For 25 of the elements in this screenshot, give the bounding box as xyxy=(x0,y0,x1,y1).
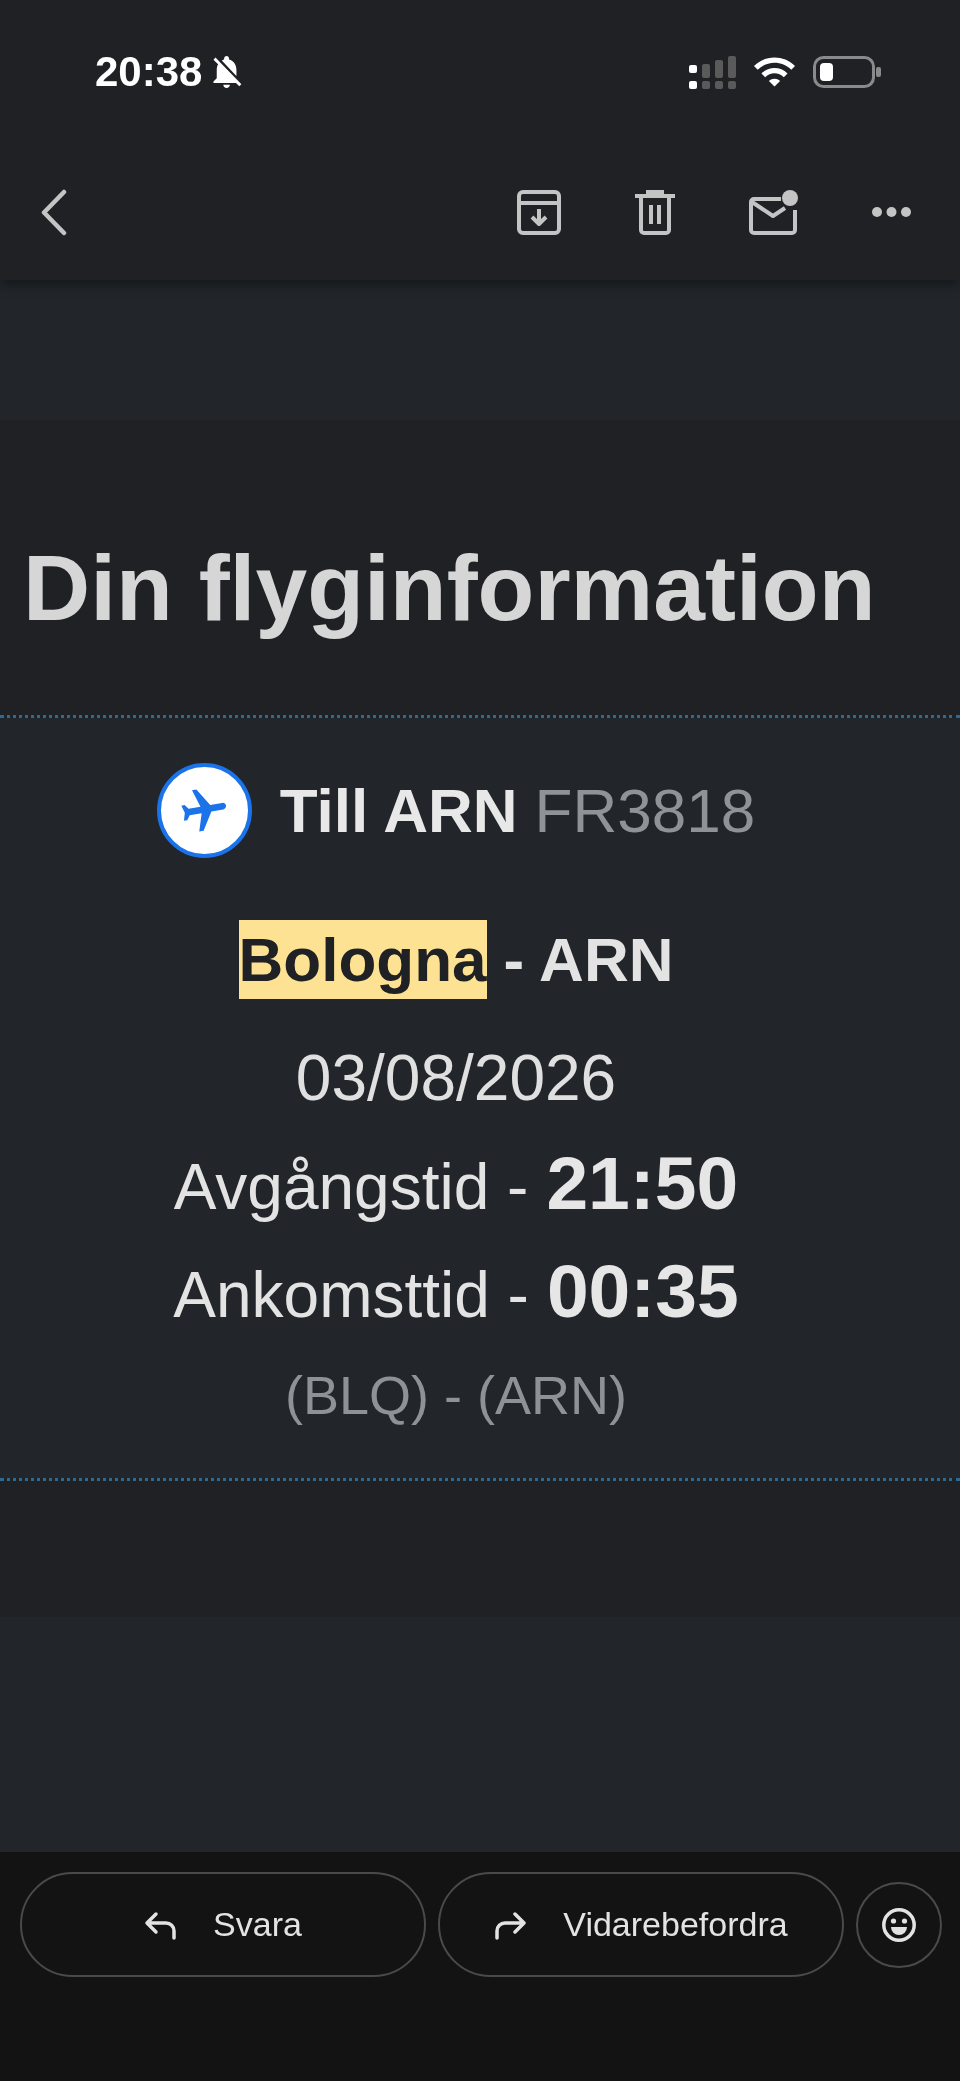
emoji-button[interactable] xyxy=(856,1882,942,1968)
forward-button[interactable]: Vidarebefordra xyxy=(438,1872,844,1977)
battery-icon xyxy=(813,56,881,88)
status-time: 20:38 xyxy=(95,51,203,93)
flight-destination: Till ARN xyxy=(279,779,518,842)
archive-box-icon[interactable] xyxy=(517,189,561,235)
airplane-icon xyxy=(156,763,252,858)
email-heading: Din flyginformation xyxy=(22,535,877,642)
wifi-icon xyxy=(754,57,795,87)
more-dots-icon[interactable] xyxy=(872,207,911,217)
reply-arrow-icon xyxy=(144,1909,178,1940)
time-value: 00:35 xyxy=(546,1254,739,1329)
reply-button[interactable]: Svara xyxy=(20,1872,426,1977)
route-text: - ARN xyxy=(503,924,674,996)
time-value: 21:50 xyxy=(546,1146,739,1221)
flight-date: 03/08/2026 xyxy=(295,1041,617,1116)
flight-number: FR3818 xyxy=(534,779,756,842)
time-label: Ankomsttid - xyxy=(173,1263,529,1327)
envelope-dot-icon[interactable] xyxy=(749,189,798,235)
highlighted-route-text: Bologna xyxy=(238,920,487,999)
chevron-left-icon[interactable] xyxy=(40,188,67,236)
forward-arrow-icon xyxy=(494,1909,528,1940)
smiley-icon xyxy=(882,1908,916,1942)
signal-icon xyxy=(689,55,736,89)
trash-icon[interactable] xyxy=(635,189,675,235)
